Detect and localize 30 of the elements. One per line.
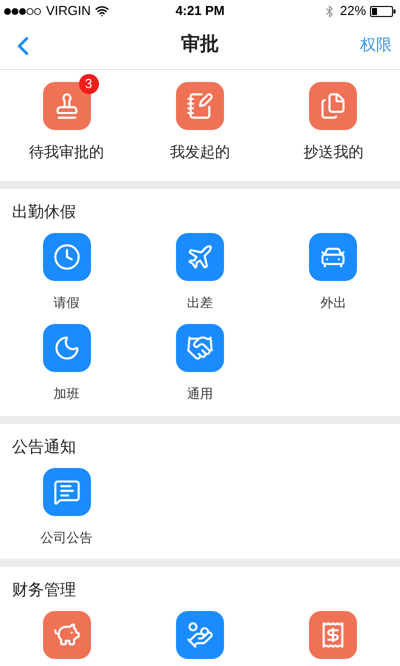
tile-label[interactable]: 抄送我的	[303, 142, 364, 164]
chat-bubble-icon[interactable]	[42, 468, 91, 516]
clock-time: 4:21 PM	[175, 2, 225, 20]
section-title: 财务管理	[12, 580, 77, 601]
receipt-icon[interactable]	[309, 611, 358, 659]
battery-percent: 22%	[340, 2, 366, 20]
page-title: 审批	[180, 32, 220, 58]
signal-icon	[4, 8, 42, 14]
tile-label[interactable]: 通用	[186, 384, 213, 404]
clock-icon[interactable]	[42, 232, 91, 280]
airplane-icon[interactable]	[176, 232, 224, 280]
notepad-icon[interactable]	[176, 82, 224, 130]
car-icon[interactable]	[309, 232, 358, 280]
tile-label[interactable]: 待我审批的	[29, 142, 104, 164]
tile-label[interactable]: 公司公告	[40, 528, 93, 547]
tile-label[interactable]: 请假	[54, 292, 80, 312]
carrier-name: VIRGIN	[46, 2, 91, 20]
tile-label[interactable]: 出差	[186, 292, 213, 312]
battery-icon	[370, 6, 396, 16]
documents-icon[interactable]	[309, 82, 358, 130]
section-title: 公告通知	[12, 438, 77, 458]
tile-label[interactable]: 外出	[320, 292, 346, 312]
tile-label[interactable]: 加班	[54, 384, 80, 404]
hand-icon[interactable]	[176, 611, 224, 659]
tile-label[interactable]: 我发起的	[170, 142, 230, 164]
wifi-icon	[94, 4, 109, 18]
moon-icon[interactable]	[42, 324, 91, 372]
notification-count: 3	[78, 74, 99, 94]
handshake-icon[interactable]	[176, 324, 224, 372]
section-title: 出勤休假	[12, 202, 77, 222]
